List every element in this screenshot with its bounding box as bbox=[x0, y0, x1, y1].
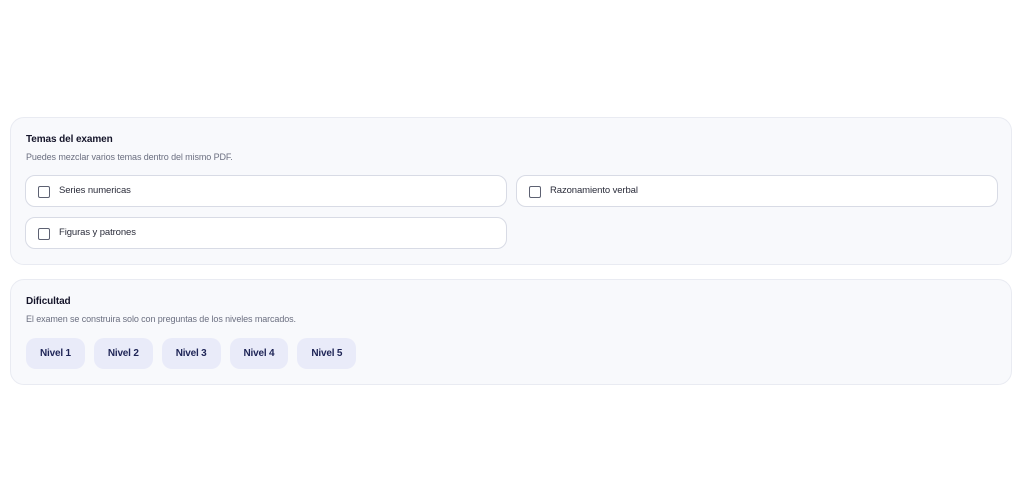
difficulty-title: Dificultad bbox=[26, 296, 71, 307]
topic-option-label: Series numericas bbox=[59, 185, 131, 196]
difficulty-description: El examen se construira solo con pregunt… bbox=[26, 314, 296, 324]
topic-option-razonamiento-verbal[interactable]: Razonamiento verbal bbox=[516, 175, 998, 207]
topic-option-figuras-y-patrones[interactable]: Figuras y patrones bbox=[25, 217, 507, 249]
checkbox-icon[interactable] bbox=[38, 186, 50, 198]
exam-topics-card: Temas del examen Puedes mezclar varios t… bbox=[10, 117, 1012, 265]
level-chip-3[interactable]: Nivel 3 bbox=[161, 338, 221, 369]
difficulty-card: Dificultad El examen se construira solo … bbox=[10, 279, 1012, 385]
checkbox-icon[interactable] bbox=[529, 186, 541, 198]
exam-topics-description: Puedes mezclar varios temas dentro del m… bbox=[26, 152, 233, 162]
level-chip-2[interactable]: Nivel 2 bbox=[93, 338, 153, 369]
exam-topics-title: Temas del examen bbox=[26, 134, 113, 145]
level-chip-1[interactable]: Nivel 1 bbox=[26, 338, 85, 369]
difficulty-levels: Nivel 1 Nivel 2 Nivel 3 Nivel 4 Nivel 5 bbox=[26, 338, 357, 369]
topic-option-label: Razonamiento verbal bbox=[550, 185, 638, 196]
topic-option-label: Figuras y patrones bbox=[59, 227, 136, 238]
level-chip-5[interactable]: Nivel 5 bbox=[297, 338, 357, 369]
level-chip-4[interactable]: Nivel 4 bbox=[229, 338, 289, 369]
topic-option-series-numericas[interactable]: Series numericas bbox=[25, 175, 507, 207]
checkbox-icon[interactable] bbox=[38, 228, 50, 240]
